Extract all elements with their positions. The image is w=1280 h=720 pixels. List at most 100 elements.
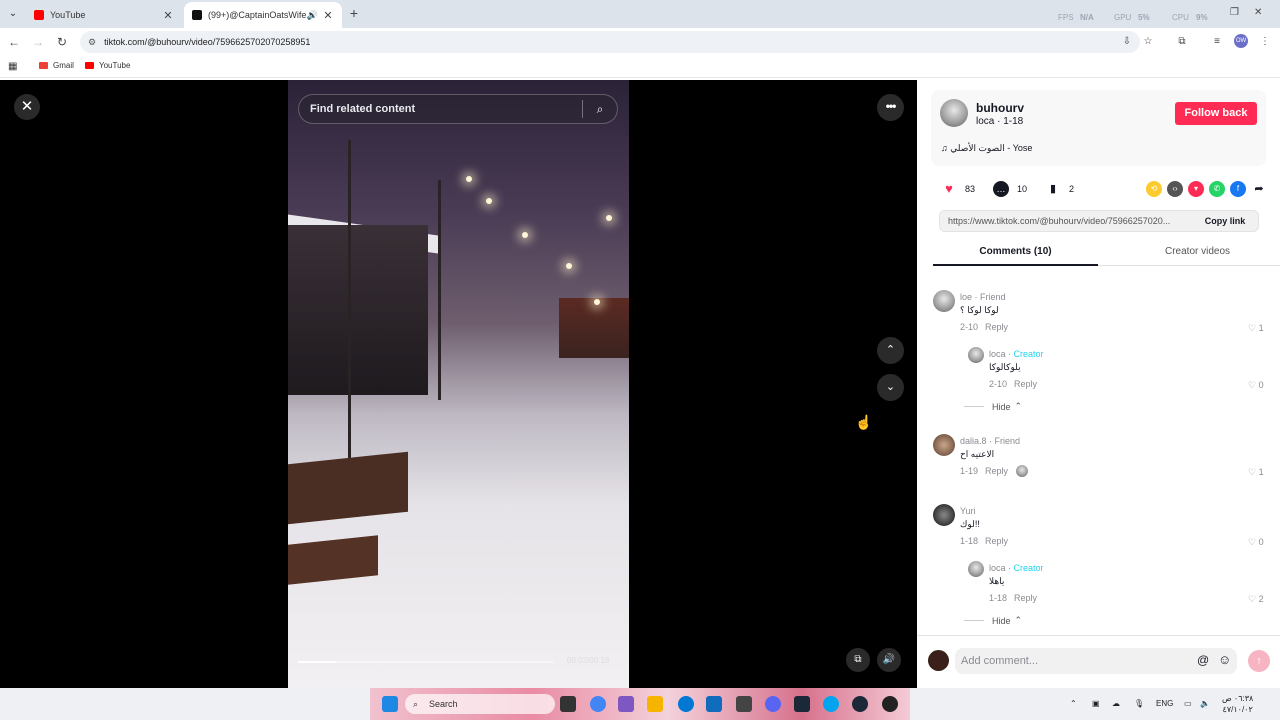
address-bar[interactable]: ⚙ tiktok.com/@buhourv/video/759662570207… [80,31,1140,53]
microphone-icon[interactable]: 🎙 [1134,699,1144,708]
show-hidden-icons[interactable]: ⌃ [1070,699,1077,708]
menu-kebab-icon[interactable]: ⋮ [1258,35,1272,49]
bookmark-icon[interactable]: ▮ [1045,181,1061,197]
reload-icon[interactable]: ↻ [54,34,70,50]
follow-back-button[interactable]: Follow back [1175,102,1257,125]
facebook-icon[interactable]: f [1230,181,1246,197]
tab-search-icon[interactable]: ⌄ [4,5,22,23]
copilot-icon[interactable] [618,696,634,712]
tab-youtube[interactable]: YouTube ✕ [26,2,182,28]
bookmark-gmail[interactable]: Gmail [39,61,74,70]
close-window-icon[interactable]: ✕ [1254,7,1262,18]
video-progress-bar[interactable] [298,661,554,663]
task-view-icon[interactable] [560,696,576,712]
search-icon: ⌕ [413,699,419,709]
related-search-input[interactable]: Find related content ⌕ [298,94,618,124]
repost-icon[interactable]: ⟲ [1146,181,1162,197]
windows-start-icon[interactable] [382,696,398,712]
comment-meta[interactable]: loe · Friend [960,292,1006,302]
comment-like[interactable]: ♡ 0 [1248,380,1264,391]
discord-icon[interactable] [765,696,781,712]
comment-input[interactable]: Add comment... [955,648,1237,674]
emoji-icon[interactable]: ☺ [1218,652,1231,667]
comment-icon[interactable]: … [993,181,1010,197]
comment-like[interactable]: ♡ 1 [1248,323,1264,334]
file-explorer-icon[interactable] [647,696,663,712]
taskbar-search[interactable]: ⌕ Search [405,694,555,714]
send-to-friends-icon[interactable]: ▾ [1188,181,1204,197]
music-row[interactable]: ♫ الصوت الأصلي - Yose [941,143,1032,154]
copy-link-button[interactable]: Copy link [1192,216,1258,226]
extensions-icon[interactable]: ⧉ [1175,35,1189,49]
reply-button[interactable]: Reply [985,466,1008,476]
system-clock[interactable]: ٠٦:٣٨ ص ٤٧/١٠/٠٢ [1222,693,1253,715]
comment-meta[interactable]: loca · Creator [989,349,1044,359]
comment-meta[interactable]: loca · Creator [989,563,1044,573]
forward-icon[interactable]: → [30,34,46,50]
hide-replies-button[interactable]: Hide ⌃ [964,401,1022,412]
bookmark-star-icon[interactable]: ☆ [1141,35,1155,49]
new-tab-button[interactable]: + [346,5,362,21]
next-video-button[interactable]: ⌄ [877,374,904,401]
app-icon[interactable] [882,696,898,712]
author-avatar[interactable] [940,99,968,127]
share-arrow-icon[interactable]: ➦ [1251,181,1267,197]
install-app-icon[interactable]: ⇩ [1120,35,1134,49]
comment-like[interactable]: ♡ 1 [1248,467,1264,478]
whatsapp-icon[interactable]: ✆ [1209,181,1225,197]
app-icon[interactable] [823,696,839,712]
tab-comments[interactable]: Comments (10) [933,246,1098,266]
post-comment-button[interactable]: ↑ [1248,650,1270,672]
reply-button[interactable]: Reply [985,322,1008,332]
commenter-avatar[interactable] [968,347,984,363]
comment-date: 1-18 [960,536,979,546]
steam-icon[interactable] [852,696,868,712]
tab-creator-videos[interactable]: Creator videos [1115,246,1280,266]
more-options-button[interactable]: ••• [877,94,904,121]
chrome-icon[interactable] [590,696,606,712]
bookmark-youtube[interactable]: YouTube [85,61,130,70]
hide-replies-button[interactable]: Hide ⌃ [964,615,1022,626]
reply-button[interactable]: Reply [1014,379,1037,389]
comment-like[interactable]: ♡ 2 [1248,594,1264,605]
commenter-avatar[interactable] [933,504,955,526]
steam-icon[interactable] [794,696,810,712]
app-icon[interactable] [736,696,752,712]
market-stall [288,225,428,395]
author-username[interactable]: buhourv [976,101,1024,115]
cloud-icon[interactable]: ☁ [1112,699,1120,708]
commenter-avatar[interactable] [933,290,955,312]
search-icon[interactable]: ⌕ [583,94,617,124]
edge-icon[interactable] [678,696,694,712]
reply-button[interactable]: Reply [985,536,1008,546]
comment-meta[interactable]: dalia.8 · Friend [960,436,1020,446]
commenter-avatar[interactable] [933,434,955,456]
mention-icon[interactable]: @ [1197,653,1209,667]
comment-meta[interactable]: Yuri [960,506,976,516]
embed-icon[interactable]: ‹› [1167,181,1183,197]
apps-grid-icon[interactable]: ▦ [8,61,17,72]
media-controls-icon[interactable]: ≡ [1210,35,1224,49]
tray-icon[interactable]: ▣ [1092,699,1100,708]
reply-button[interactable]: Reply [1014,593,1037,603]
comment-like[interactable]: ♡ 0 [1248,537,1264,548]
site-info-icon[interactable]: ⚙ [88,37,96,48]
volume-button[interactable]: 🔊 [877,648,901,672]
close-tab-icon[interactable]: ✕ [162,9,174,22]
commenter-avatar[interactable] [968,561,984,577]
store-icon[interactable] [706,696,722,712]
restore-window-icon[interactable]: ❐ [1230,7,1239,18]
language-indicator[interactable]: ENG [1156,699,1173,708]
tab-tiktok[interactable]: (99+)@CaptainOatsWife (@ 🔊 ✕ [184,2,342,28]
close-tab-icon[interactable]: ✕ [322,9,334,22]
previous-video-button[interactable]: ⌃ [877,337,904,364]
profile-avatar[interactable]: OW [1234,34,1248,48]
volume-icon[interactable]: 🔈 [1200,699,1210,708]
heart-icon[interactable]: ♥ [941,181,957,197]
back-icon[interactable]: ← [6,34,22,50]
picture-in-picture-button[interactable]: ⧉ [846,648,870,672]
video-frame[interactable] [288,80,629,688]
close-video-button[interactable]: ✕ [14,94,40,120]
network-icon[interactable]: ▭ [1184,699,1192,708]
speaker-icon[interactable]: 🔊 [307,10,318,21]
